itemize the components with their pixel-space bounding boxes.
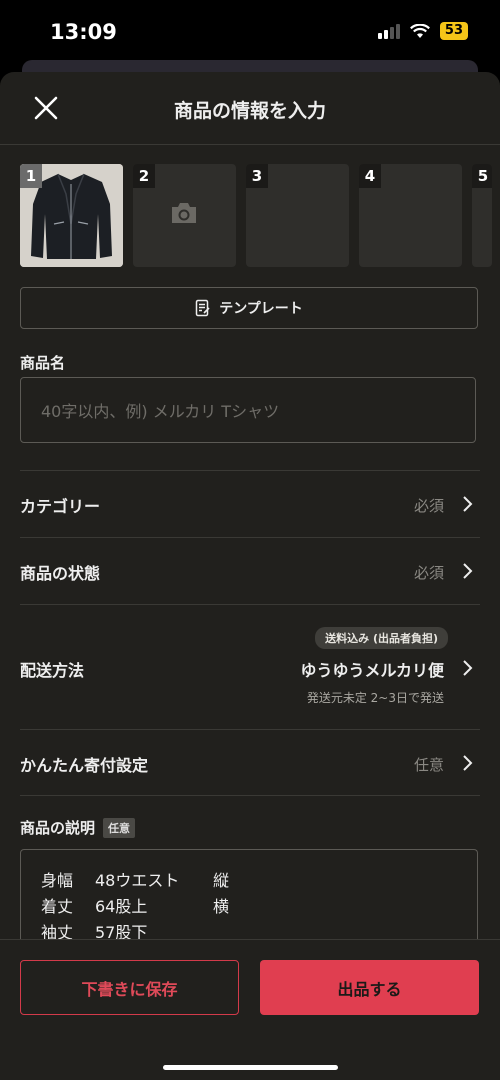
- signal-icon: [377, 23, 400, 39]
- status-bar: 13:09 53: [0, 0, 500, 62]
- bottom-action-bar: 下書きに保存 出品する: [0, 939, 500, 1080]
- photo-slot-4[interactable]: 4: [359, 164, 462, 267]
- chevron-right-icon: [463, 563, 473, 579]
- description-line: 身幅 48ウエスト 縦: [41, 868, 457, 894]
- desc-cell: 縦: [213, 871, 230, 890]
- chevron-right-icon: [463, 755, 473, 771]
- condition-label: 商品の状態: [20, 564, 101, 583]
- description-textarea[interactable]: 身幅 48ウエスト 縦 着丈 64股上 横 袖丈 57股下: [20, 849, 478, 949]
- status-time: 13:09: [50, 20, 117, 44]
- optional-tag: 任意: [103, 817, 136, 838]
- donation-value: 任意: [413, 756, 444, 774]
- page-title: 商品の情報を入力: [173, 100, 326, 122]
- photo-number: 2: [133, 164, 155, 188]
- submit-listing-button[interactable]: 出品する: [260, 960, 479, 1015]
- desc-cell: 48ウエスト: [95, 871, 180, 890]
- photo-number: 5: [472, 164, 492, 188]
- header: 商品の情報を入力: [0, 72, 500, 145]
- photo-number: 1: [20, 164, 42, 188]
- home-indicator[interactable]: [163, 1065, 338, 1070]
- description-line: 着丈 64股上 横: [41, 894, 457, 920]
- template-label: テンプレート: [219, 301, 303, 317]
- camera-icon: [172, 203, 196, 223]
- divider: [20, 795, 480, 796]
- description-label: 商品の説明: [20, 819, 96, 837]
- photo-slot-5[interactable]: 5: [472, 164, 492, 267]
- shipping-fee-badge: 送料込み (出品者負担): [315, 627, 448, 649]
- status-indicators: 53: [377, 22, 468, 40]
- condition-row[interactable]: 商品の状態 必須: [20, 537, 480, 604]
- battery-indicator: 53: [439, 22, 468, 40]
- photo-slots: 1 2 3 4 5: [20, 164, 492, 267]
- product-name-label: 商品名: [20, 354, 66, 372]
- desc-cell: 着丈: [41, 897, 74, 916]
- listing-sheet: 商品の情報を入力 1 2 3 4 5 テンプレート 商品名 40字以内、例) メ…: [0, 72, 500, 1080]
- product-name-input[interactable]: 40字以内、例) メルカリ Tシャツ: [20, 377, 476, 443]
- photo-number: 3: [246, 164, 268, 188]
- category-row[interactable]: カテゴリー 必須: [20, 470, 480, 537]
- photo-slot-1[interactable]: 1: [20, 164, 123, 267]
- shipping-row[interactable]: 送料込み (出品者負担) 配送方法 ゆうゆうメルカリ便 発送元未定 2~3日で発…: [20, 604, 480, 729]
- donation-row[interactable]: かんたん寄付設定 任意: [20, 729, 480, 796]
- save-draft-button[interactable]: 下書きに保存: [20, 960, 239, 1015]
- shipping-label: 配送方法: [20, 661, 85, 680]
- desc-cell: 64股上: [95, 897, 148, 916]
- category-value: 必須: [413, 497, 444, 515]
- desc-cell: 身幅: [41, 871, 74, 890]
- template-icon: [195, 299, 210, 317]
- template-button[interactable]: テンプレート: [20, 287, 478, 329]
- chevron-right-icon: [463, 496, 473, 512]
- category-label: カテゴリー: [20, 497, 101, 516]
- wifi-icon: [409, 23, 430, 38]
- chevron-right-icon: [463, 660, 473, 676]
- condition-value: 必須: [413, 564, 444, 582]
- shipping-value: ゆうゆうメルカリ便: [300, 661, 444, 680]
- shipping-note: 発送元未定 2~3日で発送: [306, 691, 444, 705]
- description-header: 商品の説明 任意: [20, 817, 136, 838]
- photo-slot-3[interactable]: 3: [246, 164, 349, 267]
- photo-slot-2[interactable]: 2: [133, 164, 236, 267]
- donation-label: かんたん寄付設定: [20, 756, 149, 775]
- desc-cell: 横: [213, 897, 230, 916]
- photo-number: 4: [359, 164, 381, 188]
